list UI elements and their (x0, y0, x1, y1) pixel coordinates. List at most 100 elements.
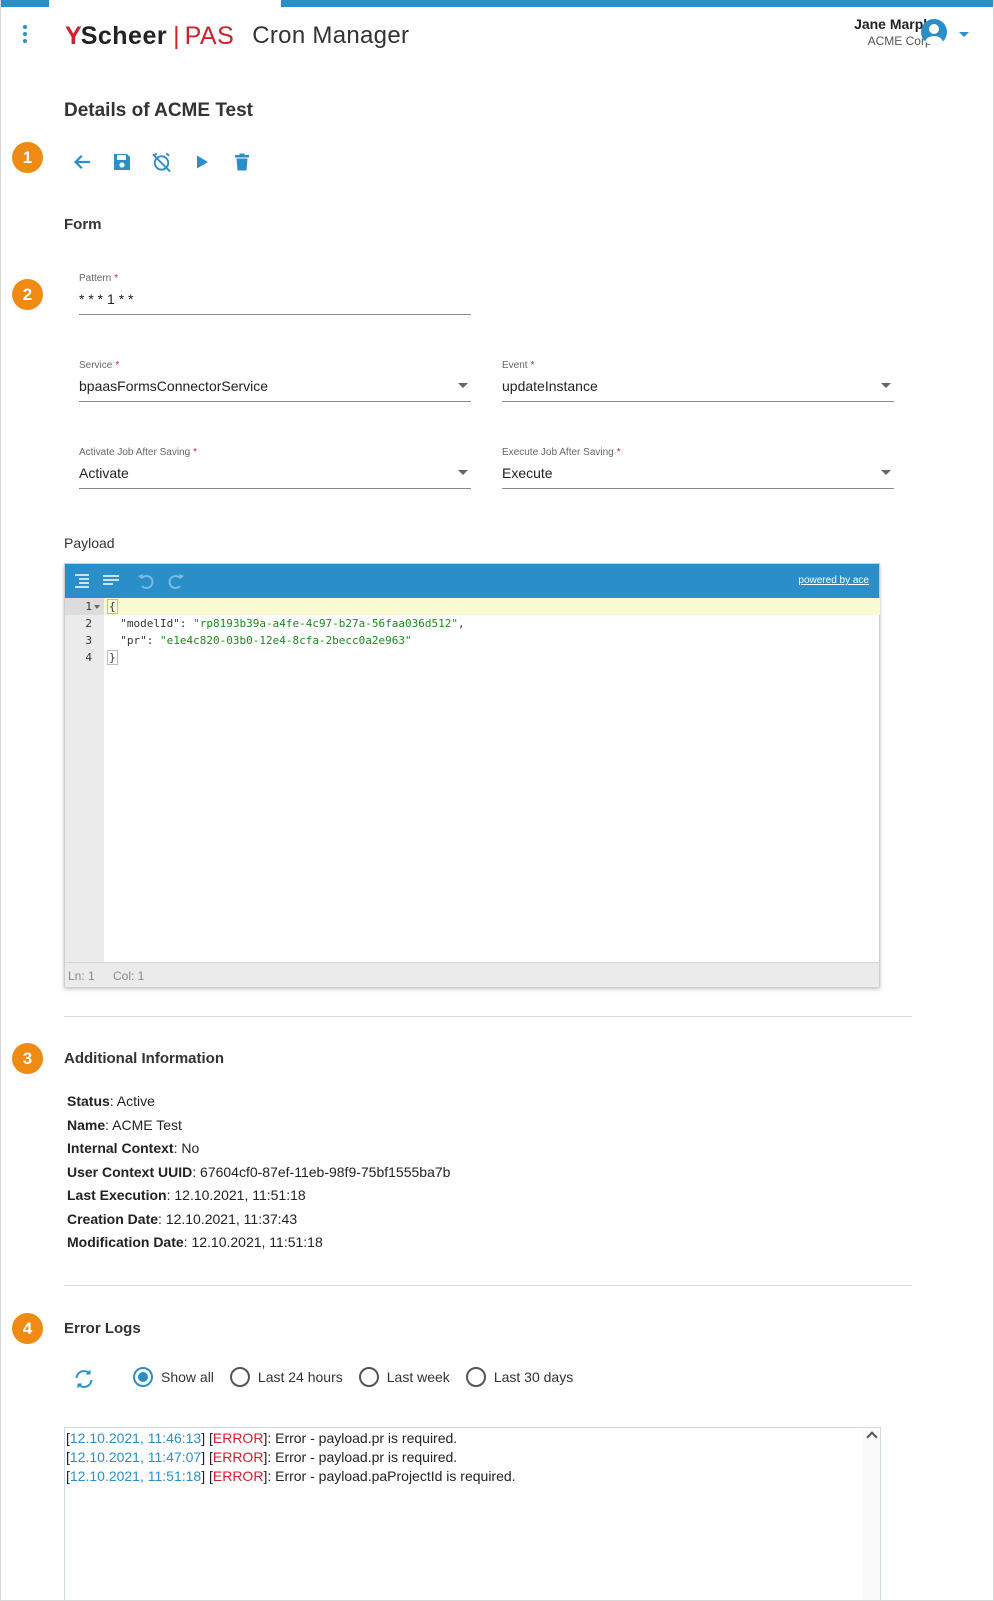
scroll-up-icon[interactable] (866, 1431, 878, 1443)
app-window: Y Scheer | PAS Cron Manager Jane Marple … (0, 0, 994, 1601)
user-menu-caret-icon[interactable] (959, 32, 969, 37)
logo-mark: Y (65, 21, 82, 50)
info-value: : 12.10.2021, 11:51:18 (166, 1187, 306, 1203)
filter-last-week-radio[interactable]: Last week (358, 1367, 450, 1387)
required-marker: * (115, 360, 120, 371)
info-row-user-context-uuid: User Context UUID: 67604cf0-87ef-11eb-98… (67, 1164, 450, 1180)
step-badge-2: 2 (12, 279, 43, 310)
info-row-status: Status: Active (67, 1093, 155, 1109)
code-string: "e1e4c820-03b0-12e4-8cfa-2becc0a2e963" (160, 634, 412, 647)
play-icon[interactable] (191, 150, 212, 174)
code-key: "pr" (107, 634, 147, 647)
log-message: : Error - payload.pr is required. (267, 1430, 458, 1446)
chevron-down-icon[interactable] (881, 470, 891, 475)
format-json-icon[interactable] (73, 573, 91, 589)
log-entry: [12.10.2021, 11:46:13] [ERROR]: Error - … (66, 1430, 458, 1446)
radio-unchecked-icon[interactable] (358, 1367, 379, 1387)
info-value: : 67604cf0-87ef-11eb-98f9-75bf1555ba7b (192, 1164, 451, 1180)
radio-label: Last 30 days (493, 1369, 574, 1385)
info-row-last-execution: Last Execution: 12.10.2021, 11:51:18 (67, 1187, 306, 1203)
filter-last-30-days-radio[interactable]: Last 30 days (465, 1367, 574, 1387)
page-title: Details of ACME Test (64, 100, 253, 121)
info-row-modification-date: Modification Date: 12.10.2021, 11:51:18 (67, 1234, 323, 1250)
undo-icon[interactable] (137, 573, 155, 589)
powered-by-ace-link[interactable]: powered by ace (798, 575, 869, 586)
info-label: Name (67, 1117, 106, 1133)
radio-label: Last week (386, 1369, 450, 1385)
info-value: : ACME Test (105, 1117, 182, 1133)
app-title: Cron Manager (252, 22, 410, 49)
delete-icon[interactable] (231, 150, 252, 174)
code-key: "modelId" (107, 617, 180, 630)
code-comma: , (458, 617, 465, 630)
code-colon: : (146, 634, 160, 647)
info-row-name: Name: ACME Test (67, 1117, 182, 1133)
info-label: Internal Context (67, 1140, 174, 1156)
log-level: ERROR (212, 1468, 264, 1484)
log-timestamp: 12.10.2021, 11:46:13 (69, 1430, 202, 1446)
required-marker: * (616, 447, 621, 458)
info-label: Creation Date (67, 1211, 159, 1227)
filter-last-24-hours-radio[interactable]: Last 24 hours (229, 1367, 343, 1387)
cursor-line-status: Ln: 1 (68, 969, 95, 983)
active-app-tab[interactable] (49, 0, 281, 7)
code-line-4: } (107, 650, 118, 665)
compact-json-icon[interactable] (102, 573, 120, 589)
activate-job-select[interactable]: Activate Job After Saving * Activate (79, 447, 471, 489)
service-select[interactable]: Service * bpaasFormsConnectorService (79, 360, 471, 402)
info-value: : No (173, 1140, 200, 1156)
event-select[interactable]: Event * updateInstance (502, 360, 894, 402)
fold-arrow-icon[interactable] (94, 605, 100, 609)
radio-label: Last 24 hours (257, 1369, 343, 1385)
info-value: : 12.10.2021, 11:51:18 (183, 1234, 323, 1250)
radio-label: Show all (161, 1369, 214, 1385)
info-value: : Active (109, 1093, 155, 1109)
additional-info-heading: Additional Information (64, 1050, 224, 1067)
info-label: User Context UUID (67, 1164, 193, 1180)
info-row-creation-date: Creation Date: 12.10.2021, 11:37:43 (67, 1211, 297, 1227)
chevron-down-icon[interactable] (458, 470, 468, 475)
event-value: updateInstance (502, 378, 598, 394)
filter-show-all-radio[interactable]: Show all (133, 1367, 214, 1387)
log-level: ERROR (212, 1449, 264, 1465)
radio-checked-icon[interactable] (133, 1367, 153, 1387)
required-marker: * (114, 273, 119, 284)
alarm-off-icon[interactable] (151, 150, 172, 174)
activate-job-value: Activate (79, 465, 129, 481)
section-divider (64, 1285, 912, 1286)
redo-icon[interactable] (167, 573, 185, 589)
radio-unchecked-icon[interactable] (465, 1367, 486, 1387)
editor-toolbar: powered by ace (65, 564, 879, 598)
log-message: : Error - payload.paProjectId is require… (267, 1468, 516, 1484)
info-label: Modification Date (67, 1234, 184, 1250)
payload-code-editor[interactable]: powered by ace 1 2 3 4 { "modelId": "rp8… (64, 563, 880, 987)
logo-name: Scheer (80, 21, 168, 50)
log-message: : Error - payload.pr is required. (267, 1449, 458, 1465)
more-menu-icon[interactable] (19, 21, 31, 47)
activate-job-label: Activate Job After Saving (79, 447, 191, 458)
back-arrow-icon[interactable] (71, 150, 92, 174)
step-badge-1: 1 (12, 142, 43, 173)
chevron-down-icon[interactable] (458, 383, 468, 388)
info-label: Last Execution (67, 1187, 167, 1203)
error-log-output[interactable]: [12.10.2021, 11:46:13] [ERROR]: Error - … (64, 1427, 881, 1600)
error-logs-heading: Error Logs (64, 1320, 141, 1337)
refresh-icon[interactable] (72, 1367, 96, 1391)
save-icon[interactable] (111, 150, 132, 174)
log-scrollbar[interactable] (863, 1428, 880, 1600)
editor-status-bar: Ln: 1 Col: 1 (65, 962, 879, 987)
code-brace-close: } (107, 650, 118, 665)
radio-unchecked-icon[interactable] (229, 1367, 250, 1387)
pattern-field[interactable]: Pattern * * * * 1 * * (79, 273, 471, 315)
logo-separator: | (173, 21, 180, 50)
code-string: "rp8193b39a-a4fe-4c97-b27a-56faa036d512" (193, 617, 459, 630)
log-entry: [12.10.2021, 11:51:18] [ERROR]: Error - … (66, 1468, 516, 1484)
log-entry: [12.10.2021, 11:47:07] [ERROR]: Error - … (66, 1449, 458, 1465)
user-avatar-icon[interactable] (921, 19, 947, 45)
execute-job-select[interactable]: Execute Job After Saving * Execute (502, 447, 894, 489)
line-number: 1 (85, 600, 92, 613)
chevron-down-icon[interactable] (881, 383, 891, 388)
logo-product: PAS (184, 21, 235, 50)
code-line-1: { (107, 599, 118, 614)
required-marker: * (530, 360, 535, 371)
